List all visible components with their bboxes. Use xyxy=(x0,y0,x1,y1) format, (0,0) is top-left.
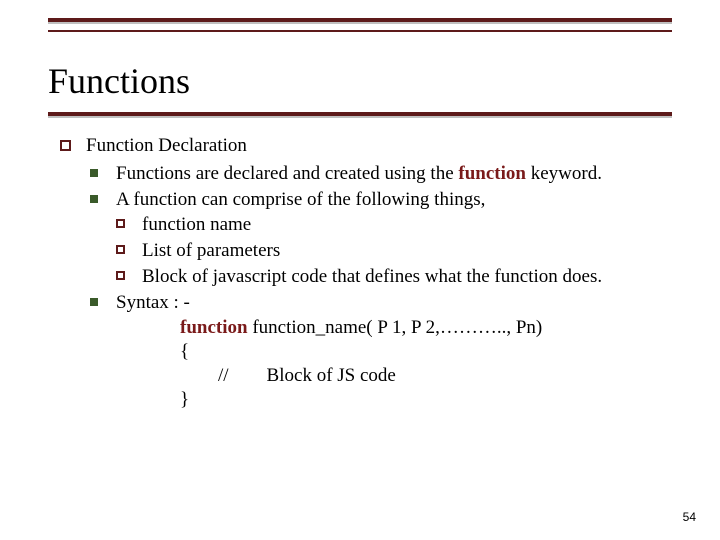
section-heading: Function Declaration xyxy=(60,134,672,158)
syntax-sig-text: function_name( P 1, P 2,……….., Pn) xyxy=(248,317,543,338)
syntax-block: function function_name( P 1, P 2,……….., … xyxy=(180,316,672,411)
subbullet-name: function name xyxy=(116,213,672,237)
decor-bar-thin xyxy=(48,30,672,32)
content-area: Function Declaration Functions are decla… xyxy=(60,134,672,411)
syntax-close-brace: } xyxy=(180,388,672,412)
bullet-declared: Functions are declared and created using… xyxy=(86,162,672,186)
keyword-function: function xyxy=(180,317,248,338)
syntax-open-brace: { xyxy=(180,340,672,364)
keyword-function: function xyxy=(458,163,526,184)
page-number: 54 xyxy=(683,510,696,524)
decor-bar-top xyxy=(48,18,672,22)
syntax-body: // Block of JS code xyxy=(180,364,672,388)
slide-title: Functions xyxy=(48,60,190,102)
bullet-syntax: Syntax : - xyxy=(86,291,672,315)
text-fragment: keyword. xyxy=(526,163,602,184)
text-fragment: Functions are declared and created using… xyxy=(116,163,458,184)
syntax-signature: function function_name( P 1, P 2,……….., … xyxy=(180,316,672,340)
decor-bar-under xyxy=(48,112,672,116)
subbullet-block: Block of javascript code that defines wh… xyxy=(116,265,672,289)
subbullet-params: List of parameters xyxy=(116,239,672,263)
bullet-comprise: A function can comprise of the following… xyxy=(86,188,672,212)
